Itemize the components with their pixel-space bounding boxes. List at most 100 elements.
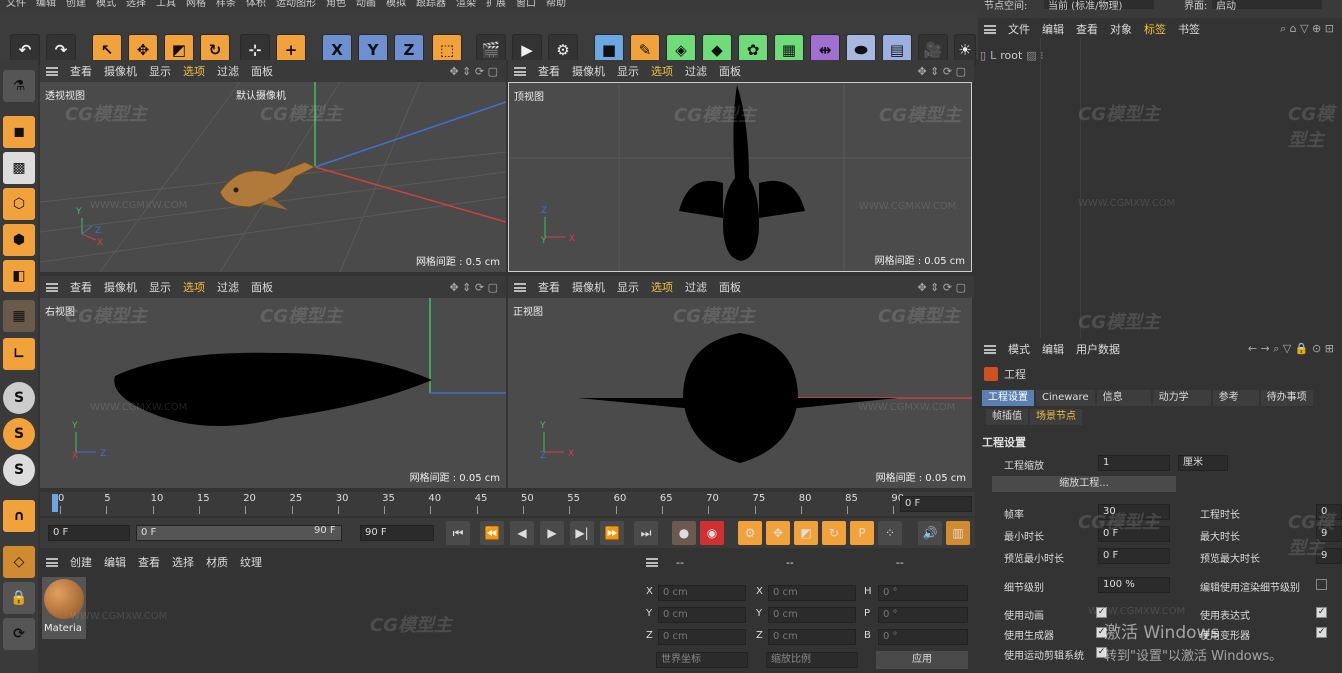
viewport-menu-icon[interactable] [514,282,526,292]
tab-todo[interactable]: 待办事项 [1260,390,1313,406]
viewport-menu-icon[interactable] [46,282,58,292]
apply-button[interactable]: 应用 [876,651,968,669]
menu-item[interactable]: 样条 [216,0,236,12]
snap-icon[interactable]: S [3,382,35,414]
scale-key-icon[interactable]: ◩ [794,521,818,545]
mat-menu-material[interactable]: 材质 [206,554,228,570]
vp-menu-display[interactable]: 显示 [617,279,639,295]
viewport-nav-icons[interactable]: ✥ ⇕ ⟳ ▢ [449,65,498,78]
texture-mode-icon[interactable]: ▩ [3,152,35,184]
attr-menu-userdata[interactable]: 用户数据 [1076,341,1120,357]
tab-reference[interactable]: 参考 [1212,390,1259,406]
vp-menu-view[interactable]: 查看 [538,279,560,295]
viewport-nav-icons[interactable]: ✥ ⇕ ⟳ ▢ [917,281,966,294]
coord-value-field[interactable]: 0 ° [878,629,968,645]
attr-menu-edit[interactable]: 编辑 [1042,341,1064,357]
scale-mode-select[interactable]: 缩放比例 [766,652,858,668]
record-keys-icon[interactable]: ● [672,521,696,545]
menu-item[interactable]: 模拟 [386,0,406,12]
tab-frame-interpolation[interactable]: 帧插值 [986,409,1028,425]
render-lod-checkbox[interactable] [1316,579,1327,590]
world-coords-select[interactable]: 世界坐标 [656,652,748,668]
vp-menu-filter[interactable]: 过滤 [685,63,707,79]
polygons-mode-icon[interactable]: ◧ [3,260,35,292]
menu-item[interactable]: 体积 [246,0,266,12]
model-mode-icon[interactable]: ◼ [3,116,35,148]
interface-select[interactable]: 启动 [1212,0,1322,12]
position-key-icon[interactable]: ✥ [766,521,790,545]
vp-menu-camera[interactable]: 摄像机 [104,63,137,79]
start-frame-field[interactable]: 0 F [48,525,130,541]
parameter-key-icon[interactable]: P [850,521,874,545]
obj-menu-object[interactable]: 对象 [1110,21,1132,37]
menu-item[interactable]: 窗口 [516,0,536,12]
workplane-mode-icon[interactable]: ⟳ [3,618,35,650]
use-expressions-checkbox[interactable]: ✓ [1316,607,1327,618]
menu-item[interactable]: 编辑 [36,0,56,12]
menu-item[interactable]: 模式 [96,0,116,12]
tab-cineware[interactable]: Cineware [1036,390,1095,406]
vp-menu-options[interactable]: 选项 [651,279,673,295]
obj-menu-edit[interactable]: 编辑 [1042,21,1064,37]
uv-mode-icon[interactable]: ▦ [3,300,35,332]
attr-menu-icon[interactable] [984,344,996,354]
axis-mode-icon[interactable]: ∟ [3,338,35,370]
vp-menu-panel[interactable]: 面板 [719,63,741,79]
vp-menu-options[interactable]: 选项 [651,63,673,79]
menu-item[interactable]: 选择 [126,0,146,12]
coord-value-field[interactable]: 0 cm [768,585,856,601]
lock-workplane-icon[interactable]: 🔒 [3,582,35,614]
vp-menu-camera[interactable]: 摄像机 [572,63,605,79]
viewport-nav-icons[interactable]: ✥ ⇕ ⟳ ▢ [449,281,498,294]
next-key-icon[interactable]: ⏩ [600,521,624,545]
vp-menu-view[interactable]: 查看 [70,279,92,295]
go-to-start-icon[interactable]: ⏮ [446,521,470,545]
tab-info[interactable]: 信息 [1096,390,1151,406]
object-menu-icon[interactable] [984,24,996,34]
mat-menu-view[interactable]: 查看 [138,554,160,570]
tab-project-settings[interactable]: 工程设置 [982,390,1034,406]
attr-menu-mode[interactable]: 模式 [1008,341,1030,357]
vp-menu-panel[interactable]: 面板 [251,63,273,79]
vp-menu-camera[interactable]: 摄像机 [104,279,137,295]
auto-key-icon[interactable]: ◉ [700,521,724,545]
vp-menu-panel[interactable]: 面板 [251,279,273,295]
vp-menu-display[interactable]: 显示 [149,63,171,79]
node-space-select[interactable]: 当前 (标准/物理) [1044,0,1154,12]
menu-item[interactable]: 网格 [186,0,206,12]
viewport-perspective[interactable]: Y X Z 透视视图 默认摄像机 网格间距 : 0.5 cm CG模型主 CG模… [40,82,506,272]
mat-menu-create[interactable]: 创建 [70,554,92,570]
viewport-nav-icons[interactable]: ✥ ⇕ ⟳ ▢ [917,65,966,78]
preview-min-field[interactable]: 0 F [1098,548,1170,564]
menu-item[interactable]: 运动图形 [276,0,316,12]
workplane-icon[interactable]: ◇ [3,546,35,578]
menu-item[interactable]: 动画 [356,0,376,12]
obj-menu-bookmarks[interactable]: 书签 [1178,21,1200,37]
project-scale-unit[interactable]: 厘米 [1178,455,1228,471]
coord-value-field[interactable]: 0 ° [878,607,968,623]
tab-dynamics[interactable]: 动力学 [1152,390,1211,406]
material-swatch[interactable]: Materia [42,577,86,639]
coord-value-field[interactable]: 0 cm [658,607,746,623]
viewport-top[interactable]: Z X Y 顶视图 网格间距 : 0.05 cm CG模型主 CG模型主 WWW… [508,82,972,272]
obj-menu-file[interactable]: 文件 [1008,21,1030,37]
timeline-ruler[interactable]: 0 5 10 15 20 25 30 35 40 45 50 55 60 65 70 75 80 85 90 0 F [40,492,975,516]
menu-item[interactable]: 工具 [156,0,176,12]
menu-item[interactable]: 帮助 [546,0,566,12]
viewport-menu-icon[interactable] [46,66,58,76]
vp-menu-options[interactable]: 选项 [183,63,205,79]
coord-value-field[interactable]: 0 cm [658,629,746,645]
vp-menu-filter[interactable]: 过滤 [217,279,239,295]
quantize-icon[interactable]: S [3,454,35,486]
next-frame-icon[interactable]: ▶| [570,521,594,545]
play-icon[interactable]: ▶ [540,521,564,545]
vp-menu-filter[interactable]: 过滤 [217,63,239,79]
menu-item[interactable]: 渲染 [456,0,476,12]
sound-icon[interactable]: 🔊 [918,521,942,545]
current-frame-field[interactable]: 0 F [900,496,972,512]
menu-item[interactable]: 扩展 [486,0,506,12]
timeline-playhead[interactable] [52,494,58,512]
obj-menu-view[interactable]: 查看 [1076,21,1098,37]
viewport-right[interactable]: Y Z X 右视图 网格间距 : 0.05 cm CG模型主 CG模型主 WWW… [40,298,506,488]
vp-menu-display[interactable]: 显示 [617,63,639,79]
